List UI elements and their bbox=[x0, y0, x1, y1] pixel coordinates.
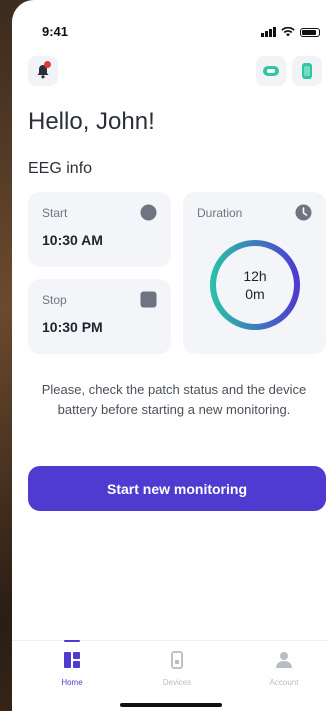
active-tab-indicator bbox=[64, 640, 80, 642]
duration-label: Duration bbox=[197, 206, 243, 220]
notifications-button[interactable] bbox=[28, 56, 58, 86]
duration-card: Duration 12h 0m bbox=[183, 192, 326, 354]
duration-hours: 12h bbox=[243, 268, 266, 284]
device-battery-icon bbox=[302, 63, 312, 79]
bottom-tab-bar: Home Devices Account bbox=[12, 640, 328, 711]
device-icon bbox=[171, 651, 183, 669]
battery-icon bbox=[300, 27, 320, 37]
battery-status-button[interactable] bbox=[292, 56, 322, 86]
status-bar: 9:41 bbox=[42, 24, 320, 42]
top-bar bbox=[28, 56, 322, 86]
start-card: Start 10:30 AM bbox=[28, 192, 171, 267]
duration-ring-progress bbox=[210, 240, 300, 330]
stop-time-value: 10:30 PM bbox=[42, 319, 103, 335]
home-indicator bbox=[120, 703, 222, 707]
status-time: 9:41 bbox=[42, 24, 69, 39]
app-screen: 9:41 Hello, John! EEG info Start 10:30 A… bbox=[12, 0, 328, 711]
duration-minutes: 0m bbox=[245, 286, 264, 302]
greeting-title: Hello, John! bbox=[28, 108, 155, 135]
section-title: EEG info bbox=[28, 160, 93, 177]
tab-devices-label: Devices bbox=[162, 678, 192, 687]
start-monitoring-button[interactable]: Start new monitoring bbox=[28, 466, 326, 511]
notification-badge bbox=[44, 61, 51, 68]
stop-card: Stop 10:30 PM bbox=[28, 279, 171, 354]
status-icons bbox=[261, 27, 320, 37]
patch-icon bbox=[263, 66, 279, 76]
start-time-value: 10:30 AM bbox=[42, 232, 103, 248]
tab-home-label: Home bbox=[61, 678, 83, 687]
clock-icon bbox=[295, 204, 312, 221]
instruction-text: Please, check the patch status and the d… bbox=[41, 382, 307, 417]
duration-ring: 12h 0m bbox=[210, 240, 300, 330]
start-label: Start bbox=[42, 206, 68, 220]
stop-indicator-icon bbox=[140, 291, 157, 308]
tab-home[interactable]: Home bbox=[37, 640, 107, 687]
start-indicator-icon bbox=[140, 204, 157, 221]
tab-account-label: Account bbox=[269, 678, 299, 687]
home-icon bbox=[64, 652, 80, 668]
user-icon bbox=[276, 652, 292, 668]
wifi-icon bbox=[281, 27, 295, 37]
tab-account[interactable]: Account bbox=[249, 651, 319, 687]
stop-label: Stop bbox=[42, 293, 67, 307]
signal-icon bbox=[261, 27, 276, 37]
tab-devices[interactable]: Devices bbox=[142, 651, 212, 687]
patch-status-button[interactable] bbox=[256, 56, 286, 86]
